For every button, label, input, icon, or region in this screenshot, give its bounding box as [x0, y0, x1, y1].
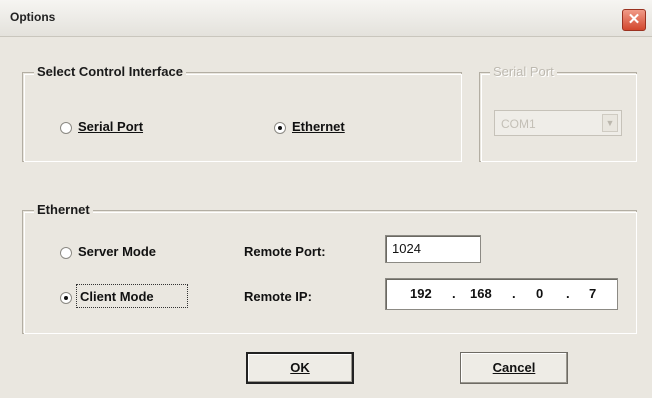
- ip-octet-4[interactable]: 7: [589, 286, 596, 301]
- close-button[interactable]: ✕: [622, 9, 646, 31]
- control-interface-legend: Select Control Interface: [34, 64, 186, 79]
- serial-port-label[interactable]: Serial Port: [78, 119, 143, 134]
- serial-port-combobox[interactable]: COM1 ▼: [494, 110, 622, 136]
- ok-button-label: OK: [290, 360, 310, 375]
- remote-port-value: 1024: [392, 241, 421, 256]
- cancel-button[interactable]: Cancel: [460, 352, 568, 384]
- remote-port-label: Remote Port:: [244, 244, 326, 259]
- ip-octet-1[interactable]: 192: [410, 286, 432, 301]
- serial-port-value: COM1: [501, 117, 536, 131]
- ok-button[interactable]: OK: [246, 352, 354, 384]
- remote-ip-label: Remote IP:: [244, 289, 312, 304]
- ethernet-group-legend: Ethernet: [34, 202, 93, 217]
- ip-dot-1: .: [452, 286, 456, 301]
- serial-port-group-legend: Serial Port: [490, 64, 557, 79]
- options-dialog: Options ✕ Select Control Interface Seria…: [0, 0, 652, 398]
- ethernet-label[interactable]: Ethernet: [292, 119, 345, 134]
- close-icon: ✕: [627, 11, 641, 28]
- chevron-down-icon[interactable]: ▼: [602, 114, 618, 132]
- control-interface-group: [22, 72, 462, 162]
- ip-dot-3: .: [566, 286, 570, 301]
- ethernet-group: [22, 210, 637, 334]
- serial-port-radio[interactable]: [60, 122, 72, 134]
- remote-port-input[interactable]: 1024: [385, 235, 481, 263]
- server-mode-radio[interactable]: [60, 247, 72, 259]
- ip-octet-3[interactable]: 0: [536, 286, 543, 301]
- client-mode-radio-dot: [64, 296, 68, 300]
- cancel-button-label: Cancel: [492, 360, 536, 375]
- window-title: Options: [10, 10, 56, 24]
- ethernet-radio-dot: [278, 126, 282, 130]
- client-mode-radio[interactable]: [60, 292, 72, 304]
- server-mode-label[interactable]: Server Mode: [78, 244, 156, 259]
- ethernet-radio[interactable]: [274, 122, 286, 134]
- ip-octet-2[interactable]: 168: [470, 286, 492, 301]
- client-mode-focus-rect: [76, 284, 188, 308]
- ip-dot-2: .: [512, 286, 516, 301]
- remote-ip-input[interactable]: 192 . 168 . 0 . 7: [385, 278, 618, 310]
- title-bar[interactable]: Options ✕: [0, 0, 652, 37]
